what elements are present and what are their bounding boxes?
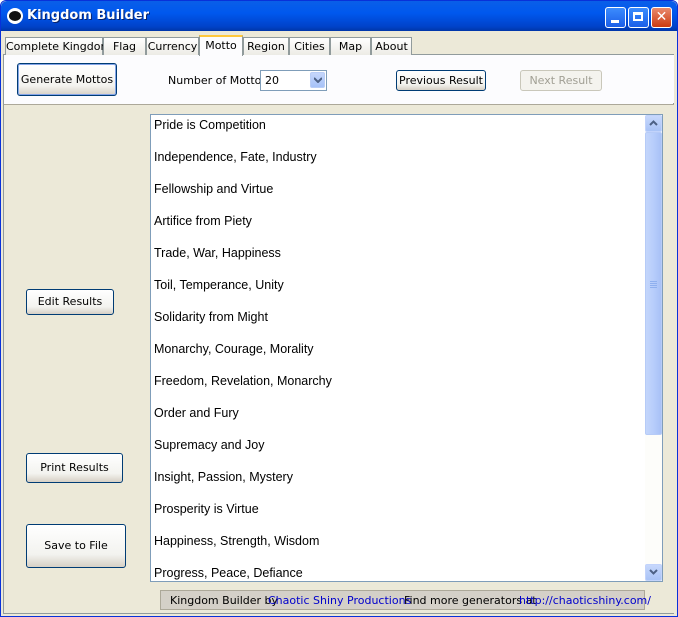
title-bar[interactable]: Kingdom Builder ✕ bbox=[1, 1, 677, 31]
list-item[interactable]: Progress, Peace, Defiance bbox=[154, 566, 303, 580]
save-to-file-button[interactable]: Save to File bbox=[26, 524, 126, 568]
author-link[interactable]: Chaotic Shiny Productions bbox=[268, 594, 411, 607]
list-item[interactable]: Supremacy and Joy bbox=[154, 438, 264, 452]
tab-map[interactable]: Map bbox=[330, 37, 371, 55]
list-item[interactable]: Solidarity from Might bbox=[154, 310, 268, 324]
footer-prefix: Kingdom Builder by bbox=[170, 594, 279, 607]
scroll-thumb[interactable] bbox=[645, 132, 662, 435]
list-item[interactable]: Independence, Fate, Industry bbox=[154, 150, 317, 164]
list-item[interactable]: Freedom, Revelation, Monarchy bbox=[154, 374, 332, 388]
tab-label: About bbox=[375, 40, 408, 53]
tab-currency[interactable]: Currency bbox=[146, 37, 199, 55]
footer-bar: Kingdom Builder by Chaotic Shiny Product… bbox=[160, 590, 651, 610]
tab-label: Complete Kingdom bbox=[6, 40, 112, 53]
tab-region[interactable]: Region bbox=[243, 37, 289, 55]
footer-more-text: Find more generators at bbox=[404, 594, 537, 607]
next-result-button[interactable]: Next Result bbox=[520, 70, 602, 91]
generate-mottos-button[interactable]: Generate Mottos bbox=[17, 63, 117, 96]
scroll-down-button[interactable] bbox=[645, 564, 662, 581]
list-item[interactable]: Prosperity is Virtue bbox=[154, 502, 259, 516]
list-item[interactable]: Order and Fury bbox=[154, 406, 239, 420]
number-of-mottos-value: 20 bbox=[265, 74, 279, 87]
list-item[interactable]: Happiness, Strength, Wisdom bbox=[154, 534, 319, 548]
previous-result-label: Previous Result bbox=[399, 74, 483, 87]
results-list[interactable]: Pride is Competition Independence, Fate,… bbox=[150, 114, 663, 582]
list-item[interactable]: Toil, Temperance, Unity bbox=[154, 278, 284, 292]
previous-result-button[interactable]: Previous Result bbox=[396, 70, 486, 91]
tab-motto[interactable]: Motto bbox=[199, 35, 243, 56]
tab-strip: Complete Kingdom Flag Currency Motto Reg… bbox=[5, 35, 677, 56]
edit-results-button[interactable]: Edit Results bbox=[26, 289, 114, 315]
save-to-file-label: Save to File bbox=[44, 539, 108, 552]
list-item[interactable]: Artifice from Piety bbox=[154, 214, 252, 228]
maximize-icon bbox=[633, 12, 643, 21]
vertical-scrollbar[interactable] bbox=[645, 115, 662, 581]
chevron-down-icon bbox=[649, 569, 658, 575]
tab-about[interactable]: About bbox=[371, 37, 412, 55]
app-window: Kingdom Builder ✕ Complete Kingdom Flag … bbox=[0, 0, 678, 617]
generate-mottos-label: Generate Mottos bbox=[20, 73, 114, 86]
tab-label: Currency bbox=[147, 40, 198, 53]
tab-label: Cities bbox=[294, 40, 325, 53]
tab-label: Map bbox=[338, 40, 363, 53]
print-results-label: Print Results bbox=[40, 461, 109, 474]
chevron-down-icon[interactable] bbox=[310, 72, 325, 88]
tab-label: Flag bbox=[112, 40, 137, 53]
list-item[interactable]: Pride is Competition bbox=[154, 118, 266, 132]
tab-label: Region bbox=[247, 40, 285, 53]
skull-icon bbox=[7, 8, 23, 24]
number-of-mottos-select[interactable]: 20 bbox=[260, 70, 327, 91]
minimize-icon bbox=[611, 20, 619, 23]
list-item[interactable]: Fellowship and Virtue bbox=[154, 182, 273, 196]
website-link[interactable]: http://chaoticshiny.com/ bbox=[519, 594, 651, 607]
edit-results-label: Edit Results bbox=[37, 295, 103, 308]
window-title: Kingdom Builder bbox=[27, 8, 150, 23]
next-result-label: Next Result bbox=[529, 74, 593, 87]
list-item[interactable]: Trade, War, Happiness bbox=[154, 246, 281, 260]
print-results-button[interactable]: Print Results bbox=[26, 453, 123, 483]
tab-complete-kingdom[interactable]: Complete Kingdom bbox=[5, 37, 111, 55]
chevron-up-icon bbox=[649, 120, 658, 126]
close-icon: ✕ bbox=[655, 9, 668, 25]
minimize-button[interactable] bbox=[605, 7, 626, 28]
scroll-up-button[interactable] bbox=[645, 115, 662, 132]
number-of-mottos-label: Number of Mottos: bbox=[168, 74, 271, 87]
list-item[interactable]: Monarchy, Courage, Morality bbox=[154, 342, 314, 356]
tab-flag[interactable]: Flag bbox=[103, 37, 146, 55]
list-item[interactable]: Insight, Passion, Mystery bbox=[154, 470, 293, 484]
tab-cities[interactable]: Cities bbox=[289, 37, 330, 55]
tab-label: Motto bbox=[205, 39, 237, 52]
close-button[interactable]: ✕ bbox=[651, 7, 672, 28]
toolbar: Generate Mottos Number of Mottos: 20 Pre… bbox=[4, 55, 674, 103]
maximize-button[interactable] bbox=[628, 7, 649, 28]
